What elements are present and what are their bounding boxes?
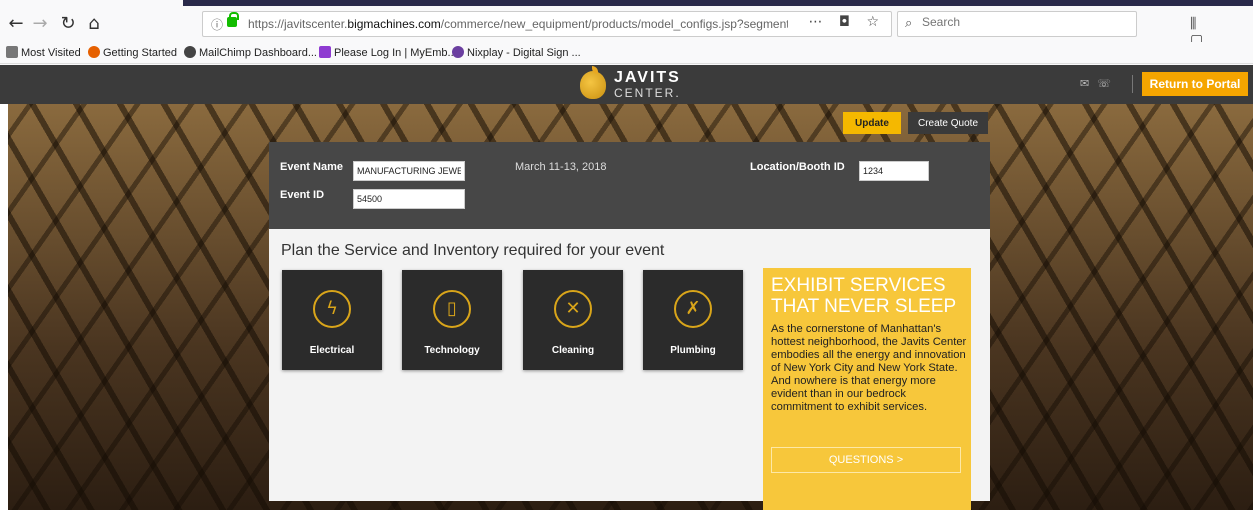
event-date: March 11-13, 2018	[515, 161, 607, 173]
update-button[interactable]: Update	[843, 112, 901, 134]
myemb-icon	[319, 46, 331, 58]
tile-label: Technology	[424, 345, 480, 356]
plan-title: Plan the Service and Inventory required …	[281, 242, 665, 259]
bookmark-most-visited[interactable]: Most Visited	[6, 46, 81, 59]
location-booth-field[interactable]	[859, 161, 929, 181]
services-panel: Plan the Service and Inventory required …	[269, 229, 990, 510]
event-id-label: Event ID	[280, 189, 325, 201]
bookmark-nixplay[interactable]: Nixplay - Digital Sign ...	[452, 46, 581, 59]
search-input[interactable]	[922, 15, 1122, 29]
event-name-field[interactable]	[353, 161, 465, 181]
back-icon[interactable]: ←	[4, 12, 28, 36]
phone-icon: ▯	[433, 290, 471, 328]
tile-technology[interactable]: ▯ Technology	[402, 270, 502, 370]
home-icon[interactable]: ⌂	[82, 12, 106, 36]
firefox-icon	[88, 46, 100, 58]
exhibit-services-promo: EXHIBIT SERVICES THAT NEVER SLEEP As the…	[763, 268, 971, 510]
search-bar[interactable]: ⌕	[897, 11, 1137, 37]
event-id-field[interactable]	[353, 189, 465, 209]
brooms-icon: ✕	[554, 290, 592, 328]
event-name-label: Event Name	[280, 161, 343, 173]
mailchimp-icon	[184, 46, 196, 58]
forward-icon[interactable]: →	[28, 12, 52, 36]
browser-toolbar: ← → ↻ ⌂ ⓘ https://javitscenter.bigmachin…	[0, 6, 1253, 48]
left-edge	[0, 104, 8, 510]
brand-name: JAVITS	[614, 69, 681, 86]
bookmark-getting-started[interactable]: Getting Started	[88, 46, 177, 59]
nixplay-icon	[452, 46, 464, 58]
search-icon: ⌕	[905, 16, 913, 31]
tile-label: Plumbing	[670, 345, 716, 356]
gear-icon	[6, 46, 18, 58]
phone-icon[interactable]: ☏	[1097, 77, 1119, 90]
bookmarks-toolbar: Most Visited Getting Started MailChimp D…	[0, 42, 1253, 64]
url-text[interactable]: https://javitscenter.bigmachines.com/com…	[248, 17, 788, 31]
create-quote-button[interactable]: Create Quote	[908, 112, 988, 134]
lock-icon[interactable]	[227, 12, 239, 27]
bookmark-mailchimp[interactable]: MailChimp Dashboard...	[184, 46, 317, 59]
url-bar[interactable]: ⓘ https://javitscenter.bigmachines.com/c…	[202, 11, 892, 37]
promo-text: As the cornerstone of Manhattan's hottes…	[771, 323, 967, 413]
tile-plumbing[interactable]: ✗ Plumbing	[643, 270, 743, 370]
info-icon[interactable]: ⓘ	[211, 16, 223, 33]
divider	[1132, 75, 1133, 93]
brand-subname: CENTER.	[614, 86, 681, 100]
reload-icon[interactable]: ↻	[56, 12, 80, 36]
bookmark-myemb[interactable]: Please Log In | MyEmb...	[319, 46, 457, 59]
location-booth-label: Location/Booth ID	[750, 161, 845, 173]
lightning-icon: ϟ	[313, 290, 351, 328]
page-actions[interactable]: ⋯ ◘ ☆	[808, 14, 885, 30]
return-to-portal-button[interactable]: Return to Portal	[1142, 72, 1248, 96]
tile-label: Cleaning	[551, 345, 595, 356]
mail-icon[interactable]: ✉	[1080, 77, 1097, 90]
apple-logo-icon	[580, 66, 606, 99]
promo-heading: EXHIBIT SERVICES THAT NEVER SLEEP	[771, 275, 957, 317]
event-details-panel: Event Name Event ID March 11-13, 2018 Lo…	[269, 142, 990, 229]
contact-icons[interactable]: ✉☏	[1080, 77, 1119, 90]
tile-cleaning[interactable]: ✕ Cleaning	[523, 270, 623, 370]
tile-label: Electrical	[309, 345, 355, 356]
tile-electrical[interactable]: ϟ Electrical	[282, 270, 382, 370]
site-header: JAVITS CENTER. ✉☏ Return to Portal	[0, 65, 1253, 104]
wrenches-icon: ✗	[674, 290, 712, 328]
questions-button[interactable]: QUESTIONS >	[771, 447, 961, 473]
